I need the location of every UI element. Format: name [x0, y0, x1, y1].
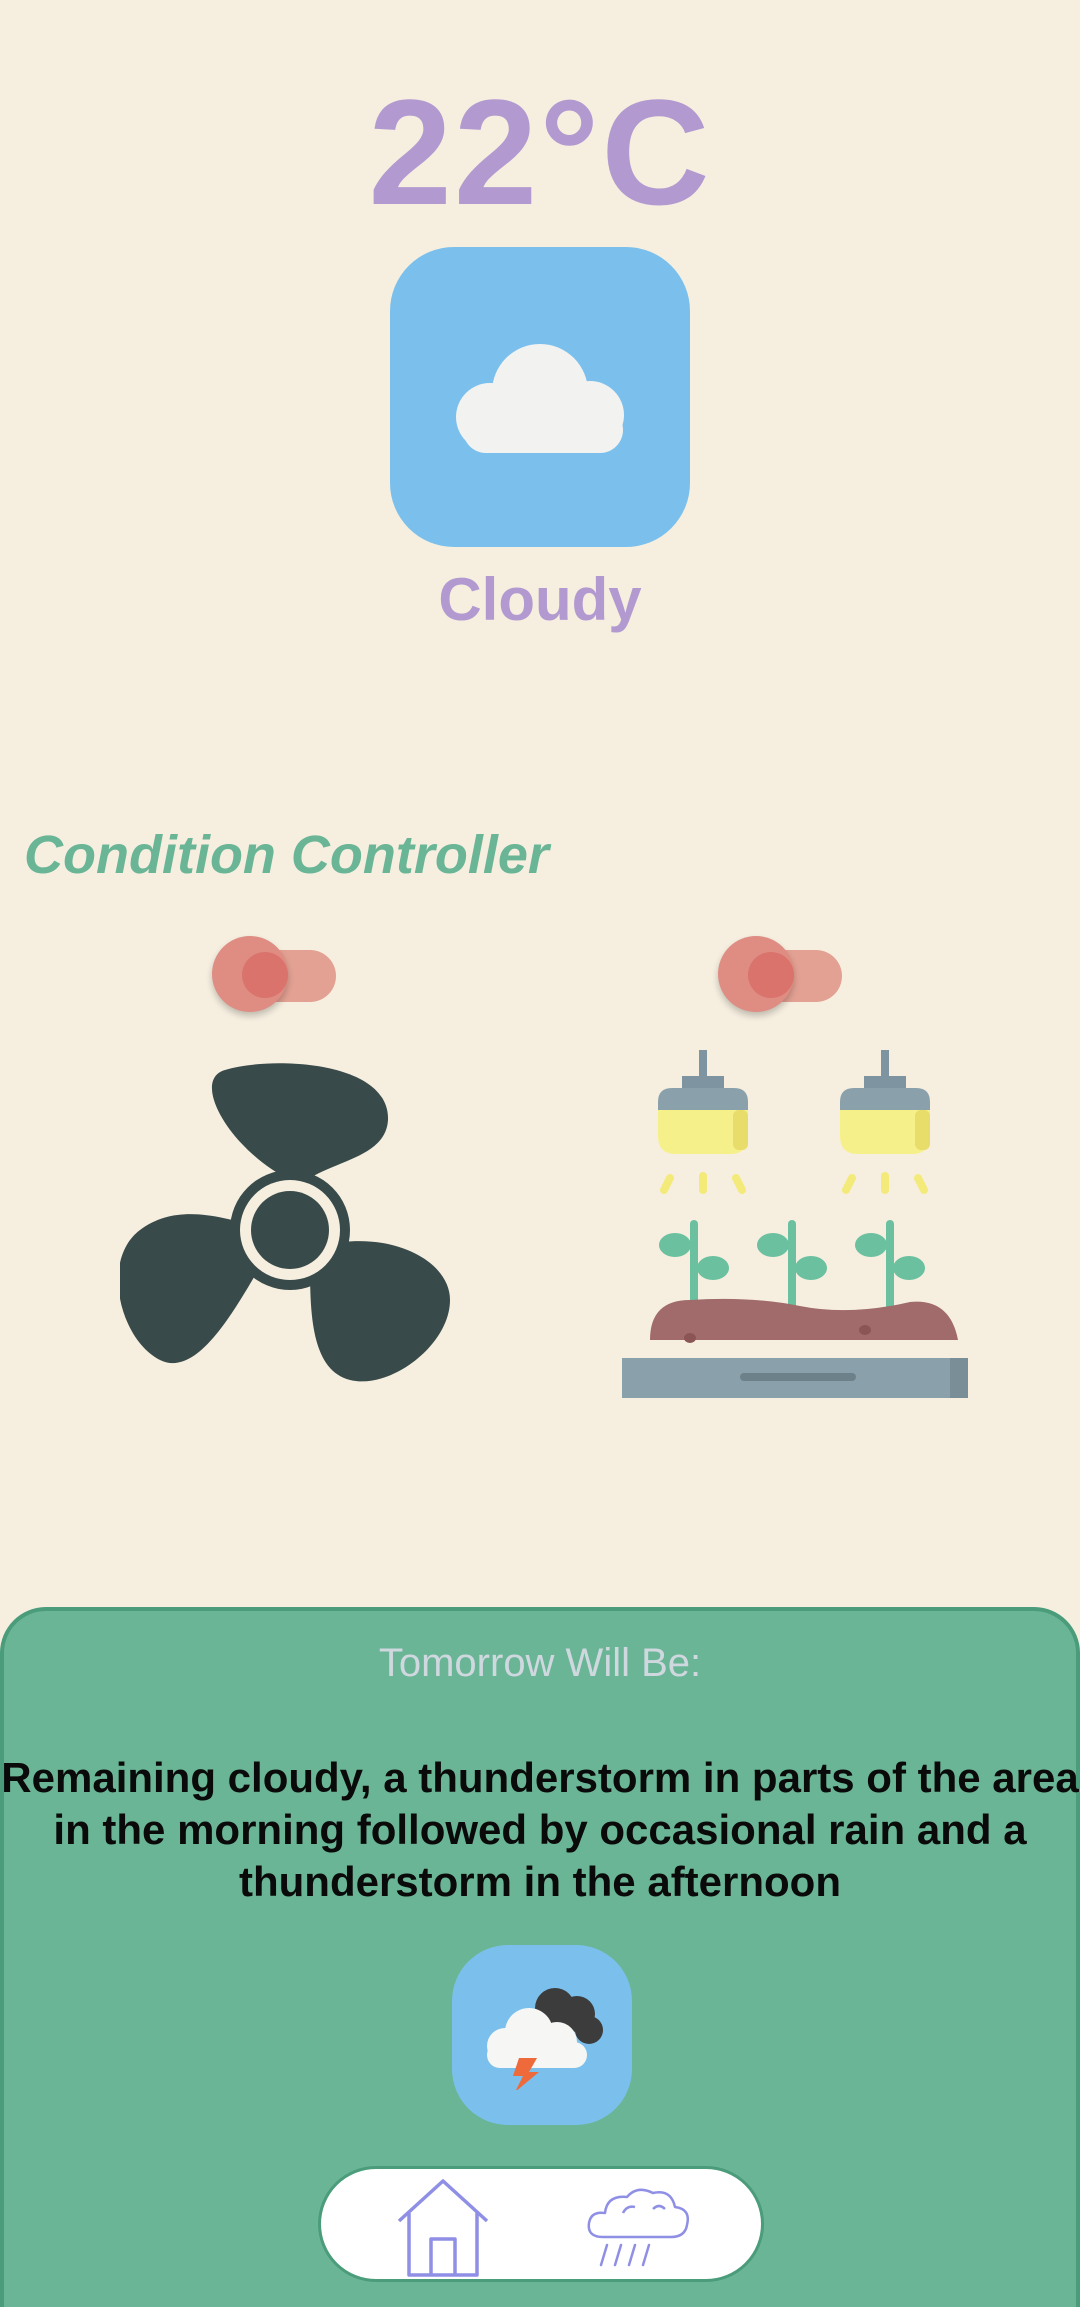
rain-cloud-icon[interactable] — [583, 2183, 693, 2273]
tomorrow-weather-tile — [452, 1945, 632, 2125]
current-temperature: 22°C — [368, 68, 712, 236]
fan-icon — [120, 1063, 450, 1382]
tomorrow-label: Tomorrow Will Be: — [378, 1641, 702, 1685]
lights-toggle[interactable] — [718, 928, 848, 1012]
cloud-icon — [456, 344, 624, 453]
tomorrow-forecast: Remaining cloudy, a thunderstorm in part… — [1, 1754, 1079, 1905]
greenhouse-lights-icon — [622, 1050, 968, 1398]
fan-toggle-knob — [212, 936, 288, 1012]
lights-toggle-knob — [718, 936, 794, 1012]
current-condition: Cloudy — [438, 566, 642, 633]
fan-toggle[interactable] — [212, 928, 342, 1012]
controller-title: Condition Controller — [24, 825, 549, 885]
current-weather-tile — [390, 247, 690, 547]
home-icon[interactable] — [395, 2177, 491, 2277]
thunderstorm-icon — [487, 1988, 603, 2090]
bottom-nav — [318, 2166, 764, 2282]
